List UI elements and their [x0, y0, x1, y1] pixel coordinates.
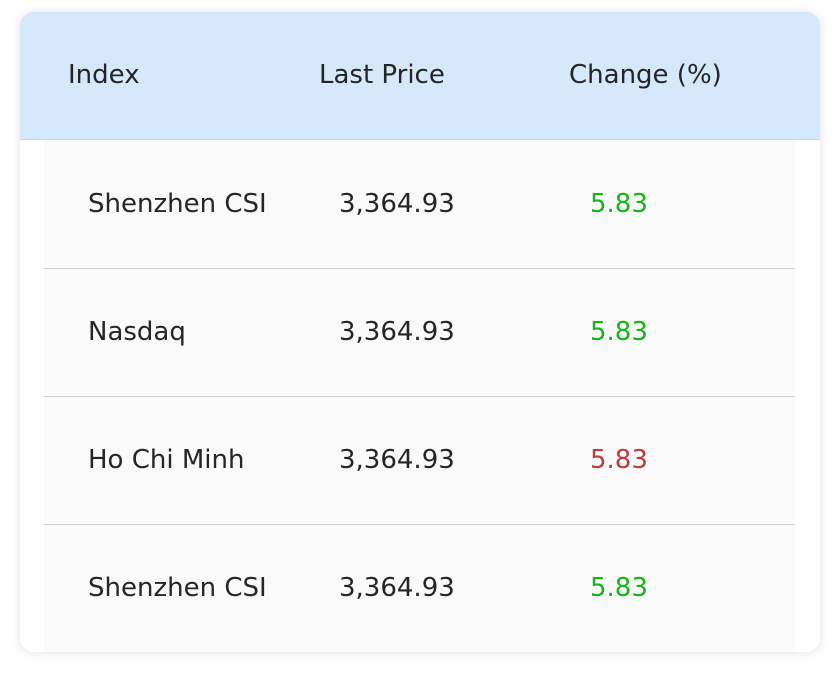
change-value: 5.83 — [590, 189, 648, 219]
index-name: Ho Chi Minh — [88, 445, 245, 475]
header-last-price[interactable]: Last Price — [319, 60, 445, 90]
table-row[interactable]: Shenzhen CSI 3,364.93 5.83 — [44, 524, 795, 652]
last-price: 3,364.93 — [339, 189, 455, 219]
table-row[interactable]: Ho Chi Minh 3,364.93 5.83 — [44, 396, 795, 525]
table-header-row: Index Last Price Change (%) — [20, 12, 820, 140]
change-value: 5.83 — [590, 445, 648, 475]
table-row[interactable]: Nasdaq 3,364.93 5.83 — [44, 268, 795, 397]
index-table-card: Index Last Price Change (%) Shenzhen CSI… — [20, 12, 820, 652]
table-row[interactable]: Shenzhen CSI 3,364.93 5.83 — [44, 140, 795, 269]
index-name: Shenzhen CSI — [88, 573, 267, 603]
change-value: 5.83 — [590, 573, 648, 603]
last-price: 3,364.93 — [339, 573, 455, 603]
change-value: 5.83 — [590, 317, 648, 347]
table-body: Shenzhen CSI 3,364.93 5.83 Nasdaq 3,364.… — [44, 140, 795, 652]
header-index[interactable]: Index — [68, 60, 140, 90]
index-name: Nasdaq — [88, 317, 186, 347]
header-change[interactable]: Change (%) — [569, 60, 722, 90]
last-price: 3,364.93 — [339, 445, 455, 475]
index-name: Shenzhen CSI — [88, 189, 267, 219]
last-price: 3,364.93 — [339, 317, 455, 347]
